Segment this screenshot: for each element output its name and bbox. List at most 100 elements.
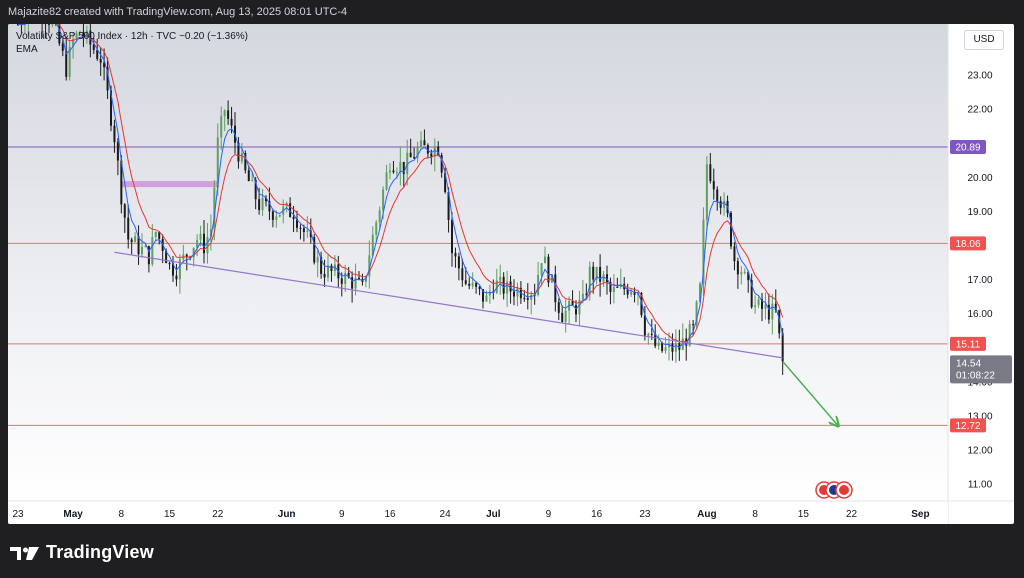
time-axis-label: 16 [384,509,396,520]
candle-body [382,189,385,211]
candle-body [227,110,230,119]
candle-body [502,276,505,294]
candle-body [299,227,302,229]
candle-body [271,211,274,220]
candle-body [705,164,708,220]
price-level-badge-label: 15.11 [956,339,981,350]
price-axis-tick: 17.00 [967,275,992,286]
price-axis-tick: 22.00 [967,105,992,116]
candle-body [754,305,757,308]
candle-body [48,24,50,25]
candle-body [540,263,543,275]
candle-body [733,246,736,262]
chart-legend: Volatility S&P 500 Index · 12h · TVC −0.… [16,30,248,56]
candle-body [602,274,605,282]
candle-body [99,58,102,63]
candle-body [223,110,226,117]
candle-body [464,280,467,284]
chart-panel[interactable]: 11.0012.0013.0014.0016.0017.0019.0020.00… [8,24,1014,524]
candle-body [612,286,615,292]
candle-body [599,266,602,282]
candle-body [674,343,677,352]
symbol-info[interactable]: Volatility S&P 500 Index · 12h · TVC [16,31,176,42]
candle-body [461,268,464,281]
price-level-badge-label: 12.72 [955,421,980,432]
candle-body [664,347,667,351]
us-flag-icon-3[interactable] [839,485,849,495]
candle-body [151,236,154,265]
resistance-zone[interactable] [121,181,218,188]
candle-body [630,291,633,295]
candle-body [141,246,143,255]
candle-body [657,342,660,346]
candle-body [743,271,746,273]
indicator-label[interactable]: EMA [16,43,248,56]
time-axis-label: Jun [278,509,296,520]
time-axis-label: 15 [164,509,176,520]
time-axis-label: Jul [486,509,501,520]
candle-body [581,293,584,300]
attribution-header: Majazite82 created with TradingView.com,… [8,6,348,18]
candle-body [650,333,653,335]
event-flags[interactable] [815,481,853,499]
candle-body [451,219,453,254]
candle-body [716,189,719,202]
price-axis-tick: 20.00 [967,173,992,184]
candle-body [316,257,319,263]
bar-countdown-label: 01:08:22 [956,370,995,381]
price-axis-tick: 12.00 [967,445,992,456]
candle-body [516,287,519,297]
time-axis-label: 23 [639,509,651,520]
candle-body [592,266,595,280]
time-axis-label: Sep [911,509,929,520]
candle-body [475,282,478,287]
candle-body [544,256,546,264]
time-axis-label: 23 [12,509,24,520]
time-axis-label: 9 [546,509,552,520]
price-axis-tick: 16.00 [967,309,992,320]
footer: TradingView [0,530,1024,578]
time-axis-label: 9 [339,509,345,520]
candle-body [306,230,309,232]
time-axis-label: 8 [119,509,125,520]
candle-body [389,170,391,173]
candle-body [723,200,726,208]
candle-body [454,253,457,257]
candle-body [712,181,715,190]
candle-body [51,24,54,25]
candle-body [499,276,502,281]
candle-body [358,277,360,279]
candle-body [526,298,529,300]
candle-body [736,261,739,275]
candle-body [258,199,261,211]
time-axis-label: 22 [212,509,224,520]
candle-body [771,303,774,320]
candle-body [175,275,178,280]
currency-button[interactable]: USD [964,30,1004,50]
time-axis-label: 24 [440,509,452,520]
candle-body [123,204,126,218]
candle-body [261,197,264,211]
price-chart[interactable]: 11.0012.0013.0014.0016.0017.0019.0020.00… [8,24,1014,524]
candle-body [154,231,157,237]
candle-body [375,222,378,235]
time-axis-label: 22 [846,509,858,520]
candle-body [547,256,550,283]
candle-body [168,263,171,265]
candle-body [395,172,398,174]
candle-body [740,272,743,275]
candle-body [413,157,416,159]
tradingview-logo-icon [10,546,39,560]
candle-body [647,333,650,336]
candle-body [571,301,574,306]
candle-body [240,153,243,162]
time-axis-label: 16 [591,509,603,520]
price-axis-tick: 19.00 [967,207,992,218]
candle-body [220,116,223,138]
price-change: −0.20 (−1.36%) [179,31,248,42]
tradingview-logo: TradingView [10,542,154,563]
price-axis-tick: 23.00 [967,71,992,82]
candle-body [378,210,381,223]
candle-body [764,304,767,309]
candle-body [327,265,329,278]
